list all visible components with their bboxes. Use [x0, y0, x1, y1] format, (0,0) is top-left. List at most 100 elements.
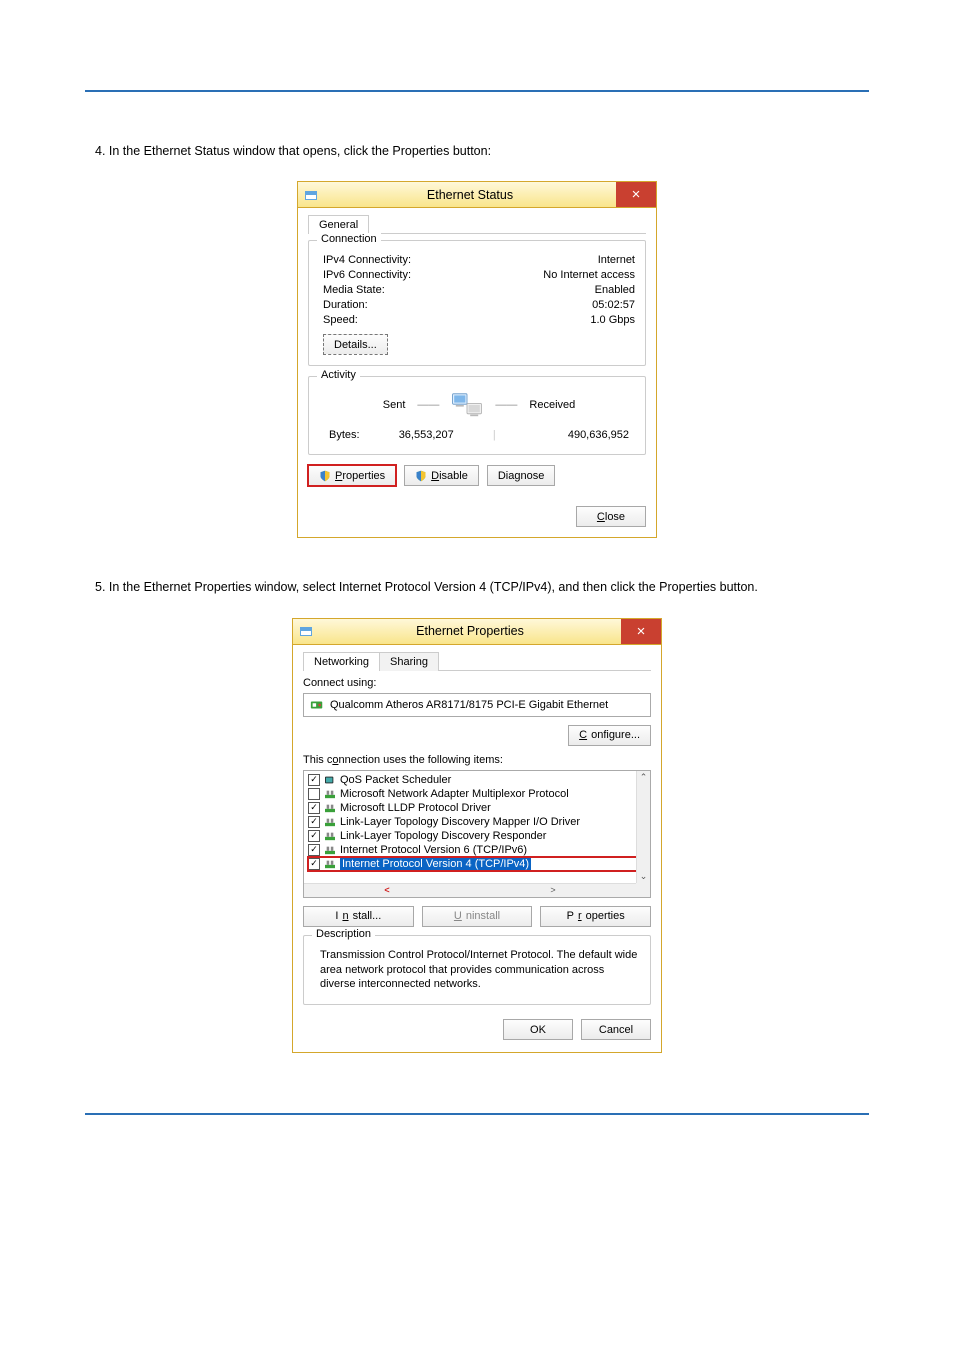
duration-value: 05:02:57 [592, 299, 635, 311]
protocol-list[interactable]: ✓ QoS Packet Scheduler Microsoft Network A… [303, 770, 651, 898]
computers-icon [451, 391, 483, 419]
instruction-step-5: 5. In the Ethernet Properties window, se… [95, 578, 859, 597]
ipv4-value: Internet [598, 254, 635, 266]
dash-icon: —— [417, 399, 439, 411]
checkbox[interactable]: ✓ [308, 858, 320, 870]
close-icon[interactable]: × [621, 619, 661, 644]
dash-icon: —— [495, 399, 517, 411]
connect-using-label: Connect using: [303, 677, 651, 689]
uninstall-button: Uninstall [422, 906, 533, 927]
page-rule-top [85, 90, 869, 92]
list-item-label: QoS Packet Scheduler [340, 774, 451, 786]
scroll-down-icon[interactable]: ⌄ [637, 870, 650, 883]
instruction-step-4: 4. In the Ethernet Status window that op… [95, 142, 859, 161]
scroll-corner [636, 883, 650, 897]
scroll-left-icon[interactable]: < [304, 884, 470, 897]
description-text: Transmission Control Protocol/Internet P… [318, 946, 640, 995]
network-card-icon [310, 698, 324, 712]
adapter-name: Qualcomm Atheros AR8171/8175 PCI-E Gigab… [330, 699, 608, 711]
close-icon[interactable]: × [616, 182, 656, 207]
speed-label: Speed: [323, 314, 590, 326]
list-item[interactable]: ✓ Internet Protocol Version 4 (TCP/IPv4) [308, 857, 646, 871]
tab-sharing[interactable]: Sharing [379, 652, 439, 671]
configure-button[interactable]: Configure... [568, 725, 651, 746]
window-icon [299, 624, 313, 638]
scroll-right-icon[interactable]: > [470, 884, 636, 897]
tabs: Networking Sharing [303, 651, 651, 671]
list-item[interactable]: ✓ QoS Packet Scheduler [308, 773, 646, 787]
media-value: Enabled [595, 284, 635, 296]
protocol-icon [324, 859, 336, 869]
protocol-icon [324, 803, 336, 813]
window-titlebar: Ethernet Status × [298, 182, 656, 208]
tab-general[interactable]: General [308, 215, 369, 234]
scheduler-icon [324, 775, 336, 785]
group-connection: Connection IPv4 Connectivity:Internet IP… [308, 240, 646, 366]
tabs: General [308, 214, 646, 234]
ok-button[interactable]: OK [503, 1019, 573, 1040]
list-item-label: Link-Layer Topology Discovery Responder [340, 830, 546, 842]
page-rule-bottom [85, 1113, 869, 1115]
uses-items-label: This connection uses the following items… [303, 754, 651, 766]
scroll-up-icon[interactable]: ⌃ [637, 771, 650, 784]
install-button[interactable]: Install... [303, 906, 414, 927]
ipv6-value: No Internet access [543, 269, 635, 281]
window-icon [304, 188, 318, 202]
duration-label: Duration: [323, 299, 592, 311]
shield-icon [415, 470, 427, 482]
group-label-activity: Activity [317, 369, 360, 381]
protocol-icon [324, 845, 336, 855]
tab-networking[interactable]: Networking [303, 652, 380, 671]
list-item-label: Microsoft LLDP Protocol Driver [340, 802, 491, 814]
group-activity: Activity Sent —— —— [308, 376, 646, 455]
checkbox[interactable]: ✓ [308, 774, 320, 786]
checkbox[interactable]: ✓ [308, 802, 320, 814]
checkbox[interactable]: ✓ [308, 844, 320, 856]
media-label: Media State: [323, 284, 595, 296]
protocol-icon [324, 789, 336, 799]
received-label: Received [529, 399, 575, 411]
list-item[interactable]: Microsoft Network Adapter Multiplexor Pr… [308, 787, 646, 801]
window-titlebar: Ethernet Properties × [293, 619, 661, 645]
list-item[interactable]: ✓ Internet Protocol Version 6 (TCP/IPv6) [308, 843, 646, 857]
checkbox[interactable]: ✓ [308, 830, 320, 842]
bytes-label: Bytes: [329, 429, 360, 441]
ethernet-properties-window: Ethernet Properties × Networking Sharing… [292, 618, 662, 1054]
list-item-label: Internet Protocol Version 4 (TCP/IPv4) [340, 858, 531, 870]
list-item-label: Microsoft Network Adapter Multiplexor Pr… [340, 788, 569, 800]
group-label-connection: Connection [317, 233, 381, 245]
speed-value: 1.0 Gbps [590, 314, 635, 326]
disable-button[interactable]: Disable [404, 465, 479, 486]
list-item[interactable]: ✓ Link-Layer Topology Discovery Responder [308, 829, 646, 843]
list-item[interactable]: ✓ Microsoft LLDP Protocol Driver [308, 801, 646, 815]
adapter-field: Qualcomm Atheros AR8171/8175 PCI-E Gigab… [303, 693, 651, 717]
close-button[interactable]: Close [576, 506, 646, 527]
group-label-description: Description [312, 928, 375, 940]
item-properties-button[interactable]: Properties [540, 906, 651, 927]
window-title: Ethernet Properties [319, 624, 621, 638]
ipv4-label: IPv4 Connectivity: [323, 254, 598, 266]
bytes-sent-value: 36,553,207 [360, 429, 493, 441]
details-button[interactable]: Details... [323, 334, 388, 355]
window-title: Ethernet Status [324, 188, 616, 202]
ipv6-label: IPv6 Connectivity: [323, 269, 543, 281]
group-description: Description Transmission Control Protoco… [303, 935, 651, 1006]
scrollbar-horizontal[interactable]: < > [304, 883, 636, 897]
diagnose-button[interactable]: Diagnose [487, 465, 555, 486]
shield-icon [319, 470, 331, 482]
list-item-label: Link-Layer Topology Discovery Mapper I/O… [340, 816, 580, 828]
protocol-icon [324, 831, 336, 841]
list-item-label: Internet Protocol Version 6 (TCP/IPv6) [340, 844, 527, 856]
ethernet-status-window: Ethernet Status × General Connection IPv… [297, 181, 657, 538]
sent-label: Sent [383, 399, 406, 411]
scrollbar-vertical[interactable]: ⌃ ⌄ [636, 771, 650, 883]
list-item[interactable]: ✓ Link-Layer Topology Discovery Mapper I/… [308, 815, 646, 829]
cancel-button[interactable]: Cancel [581, 1019, 651, 1040]
bytes-received-value: 490,636,952 [496, 429, 629, 441]
checkbox[interactable]: ✓ [308, 816, 320, 828]
checkbox[interactable] [308, 788, 320, 800]
protocol-icon [324, 817, 336, 827]
disable-button-label: isable [439, 470, 468, 482]
properties-button-label: roperties [342, 470, 385, 482]
properties-button[interactable]: Properties [308, 465, 396, 486]
